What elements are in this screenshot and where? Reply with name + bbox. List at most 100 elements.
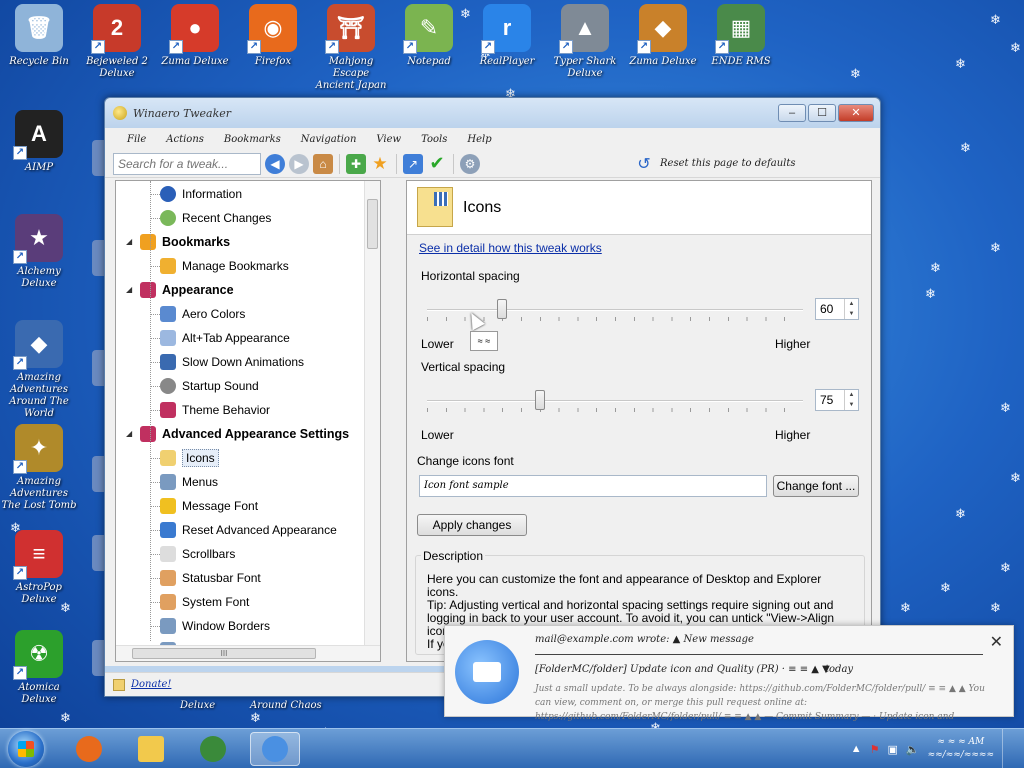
tree-item[interactable]: Theme Behavior [160,399,270,421]
apply-check-icon[interactable]: ✔ [427,153,447,174]
horizontal-slider-thumb[interactable] [497,299,508,319]
close-button[interactable]: ✕ [838,104,874,122]
desktop-icon[interactable]: ⛩ ↗ Mahjong Escape Ancient Japan [312,4,390,92]
search-input[interactable] [113,152,261,175]
menu-item-view[interactable]: View [366,134,411,145]
tree-category[interactable]: Advanced Appearance Settings [140,423,349,445]
forward-icon[interactable]: ▶ [289,153,309,174]
tree-item[interactable]: Message Font [160,495,258,517]
tree-item[interactable]: Statusbar Font [160,567,261,589]
taskbar-chrome-button[interactable] [188,732,238,766]
desktop-icon[interactable]: A ↗ AIMP [0,110,78,174]
desktop-icon[interactable]: r ↗ RealPlayer [468,4,546,68]
taskbar-thunderbird-button[interactable] [250,732,300,766]
horizontal-spacing-spinner[interactable]: 60 ▲ ▼ [815,298,859,320]
title-bar[interactable]: Winaero Tweaker – ☐ ✕ [105,98,880,128]
menu-item-file[interactable]: File [117,134,156,145]
menu-item-help[interactable]: Help [457,134,501,145]
shortcut-arrow-icon: ↗ [169,40,183,54]
horizontal-slider-track[interactable] [427,309,803,311]
add-bookmark-icon[interactable]: ✚ [346,153,366,174]
snowflake-icon: ❄ [60,710,71,725]
change-font-button[interactable]: Change font ... [773,475,859,497]
icons-font-field[interactable]: Icon font sample [419,475,767,497]
volume-icon[interactable]: 🔈 [906,743,920,756]
menu-item-bookmarks[interactable]: Bookmarks [214,134,291,145]
tree-horizontal-scrollbar[interactable]: III [116,645,380,661]
action-center-flag-icon[interactable]: ⚑ [870,743,880,756]
menu-item-tools[interactable]: Tools [411,134,457,145]
tree-item[interactable]: Reset Advanced Appearance [160,519,337,541]
toolbar-separator [396,153,397,174]
minimize-button[interactable]: – [778,104,806,122]
detail-link[interactable]: See in detail how this tweak works [419,241,602,255]
shortcut-icon[interactable]: ↗ [403,153,423,174]
desktop-icon[interactable]: ◉ ↗ Firefox [234,4,312,68]
collapse-arrow-icon[interactable]: ◢ [126,429,132,438]
menu-item-actions[interactable]: Actions [156,134,214,145]
donate-link[interactable]: Donate! [131,679,171,690]
tree-category[interactable]: Appearance [140,279,234,301]
tree-item[interactable]: Information [160,183,242,205]
desktop-icon[interactable]: ▲ ↗ Typer Shark Deluxe [546,4,624,80]
back-icon[interactable]: ◀ [265,153,285,174]
desktop-icon-label: Atomica Deluxe [18,682,60,705]
tree-item-label: Aero Colors [182,307,246,321]
taskbar-explorer-button[interactable] [126,732,176,766]
desktop-icon[interactable]: ☢ ↗ Atomica Deluxe [0,630,78,706]
mail-notification[interactable]: mail@example.com wrote: ▲ New message [F… [444,625,1014,722]
desktop-icon[interactable]: ● ↗ Zuma Deluxe [156,4,234,68]
tree-item[interactable]: Alt+Tab Appearance [160,327,290,349]
tree-item[interactable]: Scrollbars [160,543,235,565]
desktop-icon[interactable]: 🗑 Recycle Bin [0,4,78,68]
snowflake-icon: ❄ [1010,40,1021,55]
apply-changes-button[interactable]: Apply changes [417,514,527,536]
tree-item[interactable]: Slow Down Animations [160,351,304,373]
vertical-slider-thumb[interactable] [534,390,545,410]
desktop-icon[interactable]: ★ ↗ Alchemy Deluxe [0,214,78,290]
menu-item-navigation[interactable]: Navigation [291,134,367,145]
tree-item[interactable]: Manage Bookmarks [160,255,289,277]
desktop-icon[interactable]: ◆ ↗ Zuma Deluxe [624,4,702,68]
desktop-icon[interactable]: ◆ ↗ Amazing Adventures Around The World [0,320,78,420]
reset-page-link[interactable]: ↺ Reset this page to defaults [634,154,795,174]
start-button[interactable] [8,731,44,767]
collapse-arrow-icon[interactable]: ◢ [126,285,132,294]
tree-vscroll-thumb[interactable] [367,199,378,249]
shortcut-arrow-icon: ↗ [715,40,729,54]
tree-item[interactable]: Startup Sound [160,375,259,397]
desktop-icon[interactable]: ✎ ↗ Notepad [390,4,468,68]
notification-close-icon[interactable]: ✕ [990,632,1003,652]
collapse-arrow-icon[interactable]: ◢ [126,237,132,246]
tree-item[interactable]: Recent Changes [160,207,271,229]
tree-item[interactable]: Window Borders [160,615,270,637]
taskbar-firefox-button[interactable] [64,732,114,766]
desktop-icon[interactable]: ▦ ↗ ENDE RMS [702,4,780,68]
snowflake-icon: ❄ [1000,400,1011,415]
clock[interactable]: ≈ ≈ ≈ AM ≈≈/≈≈/≈≈≈≈ [928,736,994,762]
vertical-spacing-spinner[interactable]: 75 ▲ ▼ [815,389,859,411]
network-icon[interactable]: ▣ [887,743,897,756]
spinner-arrows-icon[interactable]: ▲ ▼ [844,299,858,319]
tree-item[interactable]: Icons [160,447,219,469]
desktop-icon[interactable]: ≡ ↗ AstroPop Deluxe [0,530,78,606]
bookmarks-star-icon[interactable]: ★ [370,154,390,174]
tree-item-label: Bookmarks [162,235,231,249]
home-icon[interactable]: ⌂ [313,153,333,174]
spinner-arrows-icon[interactable]: ▲ ▼ [844,390,858,410]
thunderbird-icon [262,736,288,762]
tray-expand-icon[interactable]: ▲ [851,743,862,755]
tree-item[interactable]: Menus [160,471,218,493]
tree-item[interactable]: Aero Colors [160,303,245,325]
show-desktop-button[interactable] [1002,729,1014,768]
snowflake-icon: ❄ [940,580,951,595]
settings-gear-icon[interactable]: ⚙ [460,153,480,174]
vertical-slider-track[interactable] [427,400,803,402]
tree-hscroll-thumb[interactable]: III [132,648,316,659]
tree-category[interactable]: Bookmarks [140,231,230,253]
tree-item[interactable]: System Font [160,591,249,613]
maximize-button[interactable]: ☐ [808,104,836,122]
desktop-icon[interactable]: ✦ ↗ Amazing Adventures The Lost Tomb [0,424,78,512]
desktop-icon[interactable]: 2 ↗ Bejeweled 2 Deluxe [78,4,156,80]
tree-vertical-scrollbar[interactable] [364,181,380,647]
